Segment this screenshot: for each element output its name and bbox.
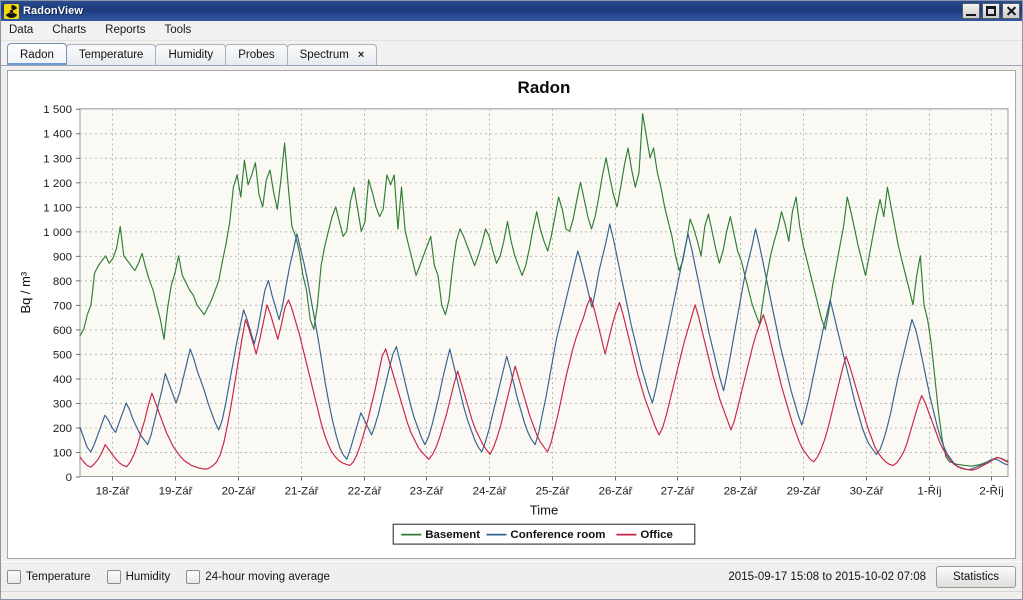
tab-bar: Radon Temperature Humidity Probes Spectr… [1, 41, 1022, 66]
close-icon[interactable]: × [358, 49, 364, 61]
menu-item-reports[interactable]: Reports [103, 22, 153, 39]
svg-text:22-Zář: 22-Zář [348, 485, 383, 497]
status-strip [1, 591, 1022, 599]
date-range-label: 2015-09-17 15:08 to 2015-10-02 07:08 [728, 570, 926, 583]
svg-text:200: 200 [53, 423, 72, 435]
close-button[interactable] [1002, 3, 1020, 19]
chart-content-area: Radon 0 100 200 300 400 500 600 700 800 900 1 000 1 … [1, 66, 1022, 561]
overlay-checkbox-group: Temperature Humidity 24-hour moving aver… [7, 569, 728, 584]
tab-label: Radon [20, 48, 54, 61]
svg-text:900: 900 [53, 251, 72, 263]
svg-text:1 300: 1 300 [43, 153, 72, 165]
tab-radon[interactable]: Radon [7, 43, 67, 65]
svg-text:24-Zář: 24-Zář [473, 485, 508, 497]
svg-text:700: 700 [53, 300, 72, 312]
svg-text:Bq / m³: Bq / m³ [18, 271, 33, 313]
svg-text:25-Zář: 25-Zář [536, 485, 571, 497]
plot-container: Radon 0 100 200 300 400 500 600 700 800 900 1 000 1 … [8, 71, 1015, 558]
window-title: RadonView [23, 5, 83, 17]
tab-temperature[interactable]: Temperature [65, 44, 157, 65]
menu-item-tools[interactable]: Tools [162, 22, 199, 39]
menu-item-data[interactable]: Data [7, 22, 41, 39]
svg-text:800: 800 [53, 276, 72, 288]
svg-text:300: 300 [53, 398, 72, 410]
svg-text:29-Zář: 29-Zář [787, 485, 822, 497]
checkbox-humidity[interactable]: Humidity [106, 569, 171, 584]
svg-text:Office: Office [640, 529, 673, 541]
checkbox-box[interactable] [7, 569, 21, 584]
radiation-trefoil-icon [4, 3, 19, 19]
application-window: RadonView Data Charts Reports Tools Rado… [0, 0, 1023, 600]
minimize-button[interactable] [962, 3, 980, 19]
checkbox-label: Humidity [125, 570, 171, 583]
svg-text:Conference room: Conference room [510, 529, 605, 541]
menu-bar: Data Charts Reports Tools [1, 21, 1022, 41]
svg-text:19-Zář: 19-Zář [159, 485, 194, 497]
window-controls [962, 3, 1020, 19]
bottom-toolbar: Temperature Humidity 24-hour moving aver… [1, 561, 1022, 591]
tab-label: Probes [238, 49, 275, 61]
checkbox-box[interactable] [186, 569, 201, 584]
svg-text:18-Zář: 18-Zář [96, 485, 131, 497]
statistics-button[interactable]: Statistics [935, 565, 1016, 588]
svg-text:1 200: 1 200 [43, 178, 72, 190]
title-bar: RadonView [1, 1, 1022, 21]
tab-humidity[interactable]: Humidity [155, 44, 227, 65]
checkbox-label: 24-hour moving average [205, 570, 330, 583]
svg-text:21-Zář: 21-Zář [285, 485, 320, 497]
svg-text:Radon: Radon [518, 78, 571, 97]
svg-text:1-Říj: 1-Říj [917, 484, 941, 497]
svg-text:100: 100 [53, 447, 72, 459]
svg-text:1 000: 1 000 [43, 227, 72, 239]
checkbox-temperature[interactable]: Temperature [7, 569, 91, 584]
svg-text:500: 500 [53, 349, 72, 361]
checkbox-moving-average[interactable]: 24-hour moving average [186, 569, 330, 584]
svg-text:0: 0 [66, 472, 72, 484]
tab-label: Temperature [78, 49, 144, 61]
svg-text:1 100: 1 100 [43, 202, 72, 214]
radon-line-chart[interactable]: Radon 0 100 200 300 400 500 600 700 800 900 1 000 1 … [8, 71, 1015, 558]
svg-text:600: 600 [53, 325, 72, 337]
svg-text:2-Říj: 2-Říj [979, 484, 1003, 497]
svg-text:23-Zář: 23-Zář [410, 485, 445, 497]
svg-text:Basement: Basement [425, 529, 480, 541]
menu-item-charts[interactable]: Charts [50, 22, 94, 39]
svg-text:27-Zář: 27-Zář [661, 485, 696, 497]
svg-text:Time: Time [530, 502, 558, 517]
tab-label: Spectrum [299, 49, 349, 61]
chart-panel[interactable]: Radon 0 100 200 300 400 500 600 700 800 900 1 000 1 … [7, 70, 1016, 559]
checkbox-label: Temperature [26, 570, 91, 583]
svg-text:400: 400 [53, 374, 72, 386]
svg-text:20-Zář: 20-Zář [222, 485, 257, 497]
svg-text:28-Zář: 28-Zář [724, 485, 759, 497]
tab-spectrum[interactable]: Spectrum × [286, 44, 378, 65]
maximize-button[interactable] [982, 3, 1000, 19]
tab-label: Humidity [168, 49, 214, 61]
svg-text:26-Zář: 26-Zář [599, 485, 634, 497]
svg-text:1 400: 1 400 [43, 129, 72, 141]
svg-text:30-Zář: 30-Zář [850, 485, 885, 497]
checkbox-box[interactable] [106, 569, 121, 584]
tab-probes[interactable]: Probes [225, 44, 288, 65]
svg-text:1 500: 1 500 [43, 104, 72, 116]
